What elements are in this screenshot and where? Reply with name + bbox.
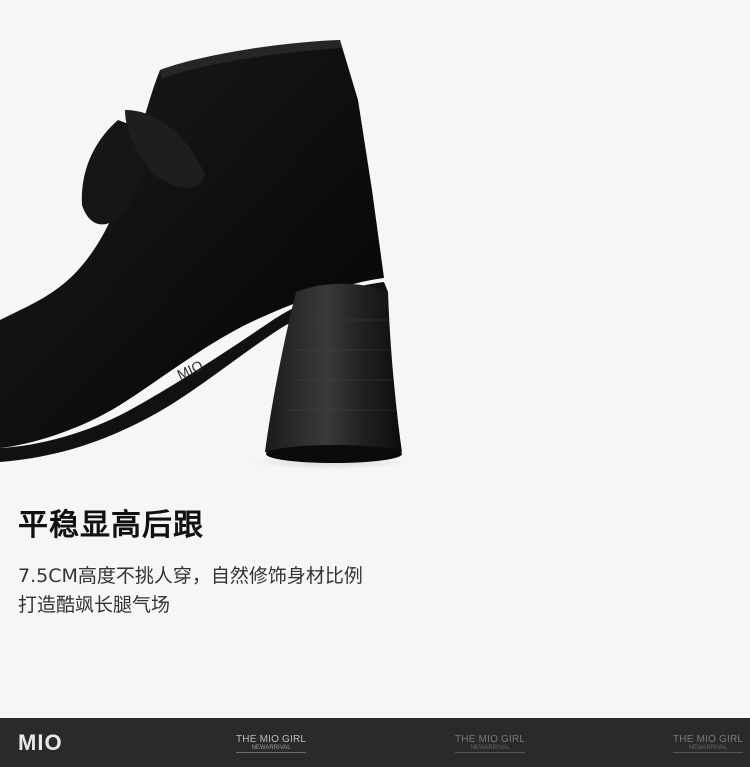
watermark-subtitle: NEWARRIVAL xyxy=(673,745,744,753)
product-detail-page: MIO 平稳显高后跟 7.5CM高度不挑人穿，自然修饰身材比例 打造酷飒长腿气场… xyxy=(0,0,750,767)
heel xyxy=(265,283,402,460)
watermark-title: THE MIO GIRL xyxy=(236,734,307,745)
watermark-title: THE MIO GIRL xyxy=(455,734,526,745)
description-line-2: 打造酷飒长腿气场 xyxy=(18,594,171,616)
heel-tip xyxy=(266,445,402,463)
brand-logo: MIO xyxy=(18,730,63,755)
watermark-subtitle: NEWARRIVAL xyxy=(455,745,526,753)
product-image: MIO xyxy=(0,0,750,480)
watermark-title: THE MIO GIRL xyxy=(673,734,744,745)
ankle-boot-illustration: MIO xyxy=(0,40,410,470)
watermark-subtitle: NEWARRIVAL xyxy=(236,745,307,753)
watermark: THE MIO GIRL NEWARRIVAL xyxy=(236,734,307,753)
watermark: THE MIO GIRL NEWARRIVAL xyxy=(455,734,526,753)
feature-headline: 平稳显高后跟 xyxy=(18,508,204,543)
description-line-1: 7.5CM高度不挑人穿，自然修饰身材比例 xyxy=(18,565,363,587)
brand-footer: MIO THE MIO GIRL NEWARRIVAL THE MIO GIRL… xyxy=(0,718,750,767)
feature-description: 7.5CM高度不挑人穿，自然修饰身材比例 打造酷飒长腿气场 xyxy=(18,562,363,620)
watermark: THE MIO GIRL NEWARRIVAL xyxy=(673,734,744,753)
